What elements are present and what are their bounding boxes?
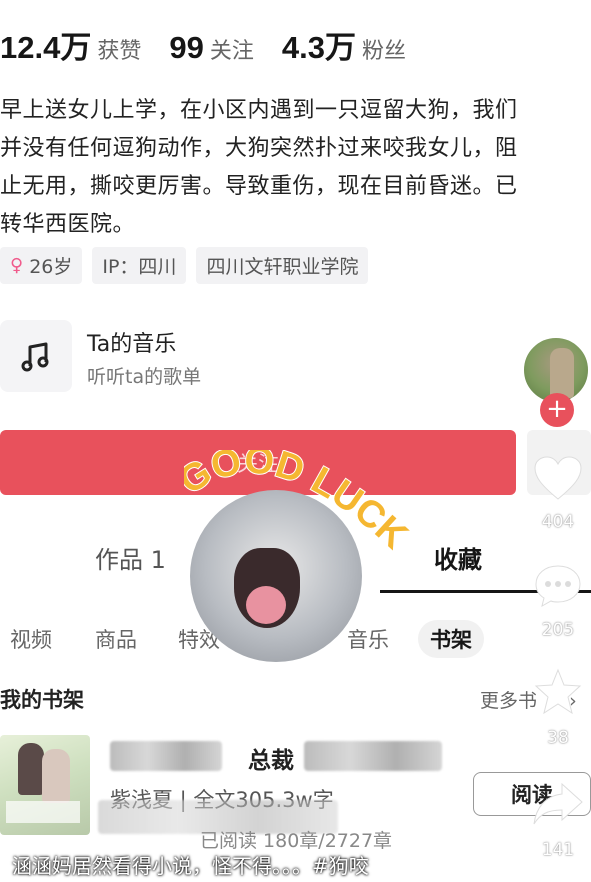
subtab-video[interactable]: 视频 [10,624,52,654]
sticker-arc-text: GOOD LUCK [184,450,417,559]
profile-tags: ♀ 26岁 IP：四川 四川文轩职业学院 [0,247,369,285]
subtab-bookshelf[interactable]: 书架 [418,620,484,658]
good-luck-sticker: GOOD LUCK [184,450,424,662]
bookshelf-title: 我的书架 [0,688,84,712]
favorite-count: 38 [547,728,569,748]
bio-line: 转华西医院。 [0,212,136,237]
like-count: 404 [541,512,575,532]
likes-count: 12.4万 [0,30,92,65]
comment-count: 205 [541,620,575,640]
school-label: 四川文轩职业学院 [206,256,359,278]
likes-label: 获赞 [97,39,142,64]
book-title[interactable]: 总裁 [248,741,294,775]
tab-favorites[interactable]: 收藏 [434,540,482,575]
share-count: 141 [541,840,575,860]
comment-icon[interactable] [528,560,588,612]
bio-line: 早上送女儿上学，在小区内遇到一只逗留大狗，我们 [0,98,518,123]
redacted-text [304,741,442,771]
ip-tag: IP：四川 [92,247,187,284]
sticker-text: GOOD LUCK [184,450,417,559]
redacted-text [110,741,222,771]
school-tag[interactable]: 四川文轩职业学院 [196,247,369,284]
age-label: 26岁 [29,256,73,278]
book-cover[interactable] [0,735,90,835]
svg-text:GOOD LUCK: GOOD LUCK [184,450,416,558]
follow-plus-icon[interactable]: + [540,393,574,427]
book-progress: 已阅读 180章/2727章 [200,830,393,852]
music-subtitle: 听听ta的歌单 [87,366,202,388]
ip-label: IP：四川 [102,256,177,278]
profile-stats: 12.4万 获赞 99 关注 4.3万 粉丝 [0,22,434,65]
tab-works[interactable]: 作品 1 [95,540,166,575]
followers-label[interactable]: 粉丝 [362,33,406,65]
bio-line: 止无用，撕咬更厉害。导致重伤，现在目前昏迷。已 [0,174,518,199]
music-title: Ta的音乐 [87,332,177,357]
female-icon: ♀ [10,255,24,276]
music-entry[interactable]: Ta的音乐 听听ta的歌单 [0,318,500,394]
heart-icon[interactable] [528,452,588,504]
followers-count[interactable]: 4.3万 [282,22,356,67]
star-icon[interactable] [528,666,588,718]
age-tag: ♀ 26岁 [0,247,83,284]
following-count[interactable]: 99 [169,30,203,66]
share-icon[interactable] [528,778,588,830]
following-label[interactable]: 关注 [210,33,254,65]
subtab-goods[interactable]: 商品 [95,624,137,654]
music-note-icon [0,320,72,392]
video-caption: 涵涵妈居然看得小说，怪不得。。。#狗咬 [12,854,369,878]
profile-bio: 早上送女儿上学，在小区内遇到一只逗留大狗，我们 并没有任何逗狗动作，大狗突然扑过… [0,92,591,244]
bio-line: 并没有任何逗狗动作，大狗突然扑过来咬我女儿，阻 [0,136,518,161]
